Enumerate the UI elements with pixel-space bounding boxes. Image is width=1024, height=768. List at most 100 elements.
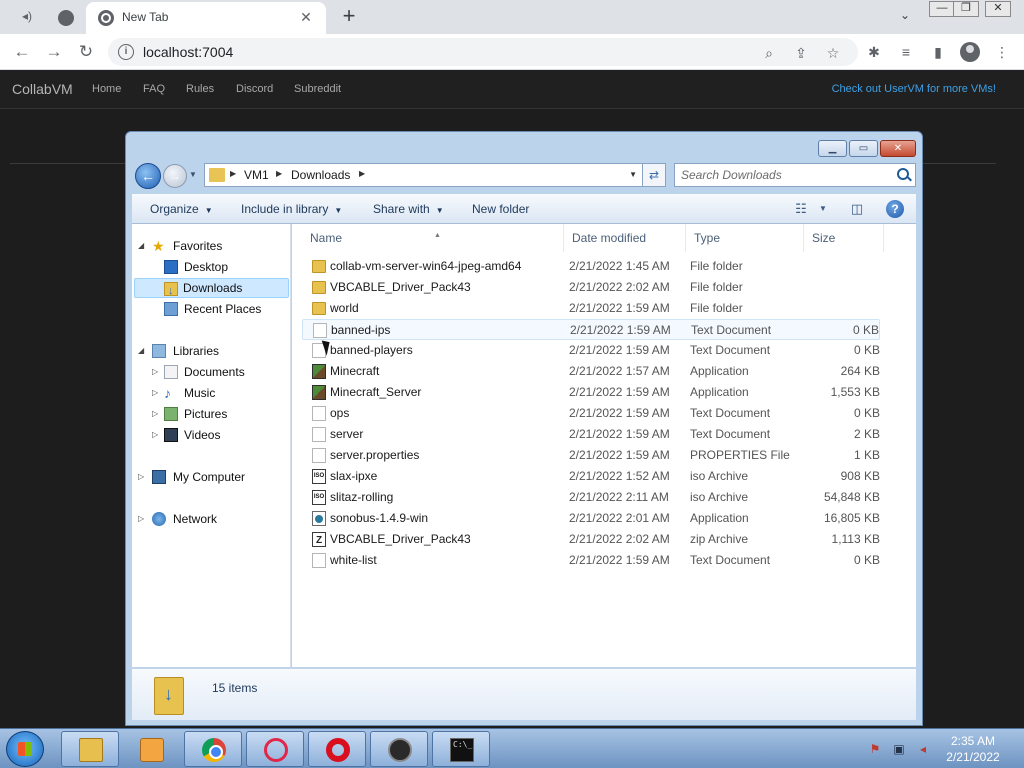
media-control-icon[interactable]: ≡ — [896, 42, 916, 62]
bookmark-star-icon[interactable]: ☆ — [824, 44, 842, 62]
file-row[interactable]: VBCABLE_Driver_Pack43 2/21/2022 2:02 AM Fi… — [302, 277, 880, 298]
collapsed-arrow-icon[interactable]: ▷ — [152, 383, 162, 403]
view-options-icon[interactable]: ☷ — [792, 201, 810, 216]
action-center-icon[interactable]: ⚑ — [868, 742, 882, 756]
url-text[interactable]: localhost:7004 — [143, 44, 233, 60]
side-panel-icon[interactable]: ▮ — [928, 42, 948, 62]
nav-home[interactable]: Home — [92, 83, 121, 95]
tab-close-icon[interactable]: ✕ — [298, 9, 314, 25]
help-icon[interactable]: ? — [886, 200, 904, 218]
file-row[interactable]: banned-ips 2/21/2022 1:59 AM Text Document… — [302, 319, 880, 340]
column-date-modified[interactable]: Date modified — [564, 224, 686, 252]
tab-new-tab[interactable]: New Tab ✕ — [86, 2, 326, 34]
refresh-button[interactable]: ⇄ — [642, 163, 666, 187]
collapsed-arrow-icon[interactable]: ▷ — [152, 404, 162, 424]
recent-pages-dropdown[interactable]: ▼ — [189, 170, 197, 179]
taskbar-media-player[interactable] — [122, 731, 180, 767]
reload-icon[interactable]: ↻ — [74, 40, 98, 64]
collapsed-arrow-icon[interactable]: ▷ — [138, 467, 148, 487]
uservm-link[interactable]: Check out UserVM for more VMs! — [832, 83, 996, 95]
nav-subreddit[interactable]: Subreddit — [294, 83, 341, 95]
new-tab-button[interactable]: + — [338, 5, 360, 27]
new-folder-button[interactable]: New folder — [472, 202, 529, 216]
file-type: zip Archive — [690, 532, 749, 546]
search-input[interactable] — [681, 167, 886, 183]
clock[interactable]: 2:35 AM 2/21/2022 — [938, 733, 1008, 765]
tab-search-icon[interactable]: ⌄ — [896, 8, 914, 26]
item-count: 15 items — [212, 681, 258, 695]
breadcrumb-downloads[interactable]: Downloads — [291, 168, 350, 182]
site-info-icon[interactable]: i — [118, 44, 134, 60]
file-row[interactable]: banned-players 2/21/2022 1:59 AM Text Docu… — [302, 340, 880, 361]
nav-discord[interactable]: Discord — [236, 83, 273, 95]
chevron-right-icon[interactable]: ▶ — [359, 169, 365, 178]
nav-label: Documents — [184, 365, 245, 379]
taskbar-explorer[interactable] — [61, 731, 119, 767]
taskbar-chrome[interactable] — [184, 731, 242, 767]
browser-minimize-button[interactable]: — — [929, 1, 955, 17]
kebab-menu-icon[interactable]: ⋮ — [992, 42, 1012, 62]
file-row[interactable]: Minecraft_Server 2/21/2022 1:59 AM Applica… — [302, 382, 880, 403]
forward-button[interactable]: → — [163, 164, 187, 188]
profile-avatar[interactable] — [960, 42, 980, 62]
share-with-button[interactable]: Share with ▼ — [373, 202, 444, 216]
file-row[interactable]: Minecraft 2/21/2022 1:57 AM Application 264… — [302, 361, 880, 382]
column-name[interactable]: Name ▲ — [302, 224, 564, 252]
column-type[interactable]: Type — [686, 224, 804, 252]
expanded-arrow-icon[interactable]: ◢ — [138, 341, 148, 361]
search-box[interactable] — [674, 163, 916, 187]
file-row[interactable]: server 2/21/2022 1:59 AM Text Document 2 KB — [302, 424, 880, 445]
browser-close-button[interactable]: ✕ — [985, 1, 1011, 17]
column-size[interactable]: Size — [804, 224, 884, 252]
collapsed-arrow-icon[interactable]: ▷ — [138, 509, 148, 529]
file-date: 2/21/2022 2:11 AM — [569, 490, 669, 504]
start-button[interactable] — [6, 731, 44, 767]
maximize-button[interactable]: ▭ — [849, 140, 878, 157]
volume-muted-icon[interactable]: ◂ — [916, 742, 930, 756]
file-row[interactable]: collab-vm-server-win64-jpeg-amd64 2/21/20… — [302, 256, 880, 277]
file-row[interactable]: ISO slitaz-rolling 2/21/2022 2:11 AM iso Ar… — [302, 487, 880, 508]
file-row[interactable]: server.properties 2/21/2022 1:59 AM PROPER… — [302, 445, 880, 466]
file-row[interactable]: sonobus-1.4.9-win 2/21/2022 2:01 AM Applic… — [302, 508, 880, 529]
address-dropdown-icon[interactable]: ▼ — [629, 170, 637, 179]
share-icon[interactable]: ⇪ — [792, 44, 810, 62]
zoom-icon[interactable]: ⌕ — [760, 44, 778, 62]
back-icon[interactable]: ← — [10, 40, 34, 64]
chevron-down-icon[interactable]: ▼ — [814, 201, 832, 216]
explorer-address-bar[interactable]: ▶ VM1 ▶ Downloads ▶ ▼ — [204, 163, 666, 187]
extensions-icon[interactable]: ✱ — [864, 42, 884, 62]
back-button[interactable]: ← — [135, 163, 161, 189]
network-tray-icon[interactable]: ▣ — [892, 742, 906, 756]
collapsed-arrow-icon[interactable]: ▷ — [152, 425, 162, 445]
breadcrumb-vm1[interactable]: VM1 — [244, 168, 269, 182]
organize-button[interactable]: Organize ▼ — [150, 202, 213, 216]
chevron-right-icon[interactable]: ▶ — [230, 169, 236, 178]
browser-restore-button[interactable]: ❐ — [953, 1, 979, 17]
search-icon[interactable] — [897, 168, 909, 180]
file-row[interactable]: world 2/21/2022 1:59 AM File folder — [302, 298, 880, 319]
nav-faq[interactable]: FAQ — [143, 83, 165, 95]
minimize-button[interactable]: ▁ — [818, 140, 847, 157]
file-row[interactable]: ISO slax-ipxe 2/21/2022 1:52 AM iso Archive… — [302, 466, 880, 487]
tab-audio-icon[interactable]: ◂) — [18, 9, 36, 25]
taskbar-opera[interactable] — [308, 731, 366, 767]
nav-downloads[interactable]: Downloads — [134, 278, 289, 301]
address-bar[interactable]: i localhost:7004 ⌕ ⇪ ☆ — [108, 38, 858, 66]
close-button[interactable]: ✕ — [880, 140, 916, 157]
explorer-window[interactable]: ▁ ▭ ✕ ← → ▼ ▶ VM1 ▶ Downloads ▶ ▼ ⇄ Orga… — [125, 131, 923, 726]
taskbar-obs[interactable] — [370, 731, 428, 767]
tab-collabvm[interactable] — [48, 4, 84, 34]
collabvm-brand[interactable]: CollabVM — [12, 81, 73, 97]
include-in-library-button[interactable]: Include in library ▼ — [241, 202, 342, 216]
file-row[interactable]: white-list 2/21/2022 1:59 AM Text Document… — [302, 550, 880, 571]
file-row[interactable]: ops 2/21/2022 1:59 AM Text Document 0 KB — [302, 403, 880, 424]
expanded-arrow-icon[interactable]: ◢ — [138, 236, 148, 256]
chevron-right-icon[interactable]: ▶ — [276, 169, 282, 178]
nav-rules[interactable]: Rules — [186, 83, 214, 95]
preview-pane-icon[interactable]: ◫ — [848, 201, 866, 216]
file-row[interactable]: VBCABLE_Driver_Pack43 2/21/2022 2:02 AM zi… — [302, 529, 880, 551]
taskbar-opera-gx[interactable] — [246, 731, 304, 767]
forward-icon[interactable]: → — [42, 40, 66, 64]
taskbar-cmd[interactable]: C:\_ — [432, 731, 490, 767]
collapsed-arrow-icon[interactable]: ▷ — [152, 362, 162, 382]
